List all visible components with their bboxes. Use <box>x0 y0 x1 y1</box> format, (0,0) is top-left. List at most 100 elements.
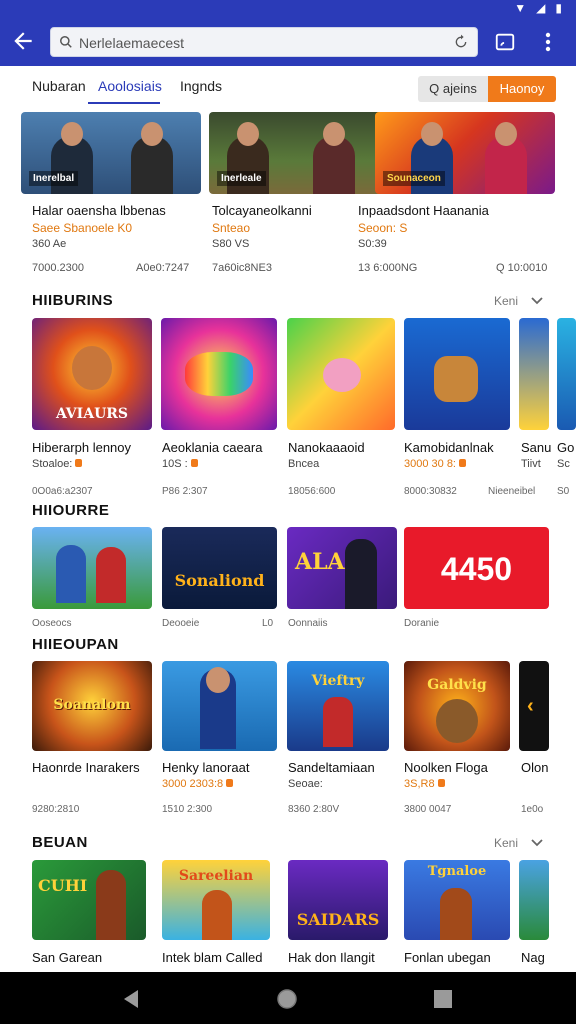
tab-ingnds[interactable]: Ingnds <box>180 78 222 94</box>
game-card[interactable] <box>161 318 277 430</box>
game-title: Intek blam Called <box>162 950 263 965</box>
game-card[interactable]: Sonaliond <box>162 527 277 609</box>
game-subtitle: 10S : <box>162 458 198 470</box>
featured-title: Inpaadsdont Haanania <box>358 203 489 218</box>
search-text: Nerlelaemaecest <box>79 35 185 51</box>
back-arrow-icon[interactable] <box>10 28 36 54</box>
nav-home-icon[interactable] <box>276 988 298 1010</box>
status-bar: ▼ ◢ ▮ <box>514 0 562 16</box>
game-card[interactable] <box>519 318 549 430</box>
game-card[interactable]: ‹ <box>519 661 549 751</box>
game-card[interactable]: CUHI <box>32 860 146 940</box>
section-title: HIIOURRE <box>32 502 110 519</box>
featured-card[interactable]: Sounaceon <box>375 112 555 194</box>
game-title: Fonlan ubegan <box>404 950 491 965</box>
refresh-icon[interactable] <box>453 34 469 50</box>
game-art-label: Galdvig <box>427 677 487 693</box>
game-card[interactable] <box>404 318 510 430</box>
nav-back-icon[interactable] <box>120 988 142 1010</box>
game-title: Nag <box>521 950 545 965</box>
featured-title: Tolcayaneolkanni <box>212 203 312 218</box>
battery-icon: ▮ <box>555 1 562 15</box>
section-more-link[interactable]: Keni <box>494 294 518 308</box>
search-input[interactable]: Nerlelaemaecest <box>50 27 478 57</box>
game-subtitle: 3S,R8 <box>404 778 445 790</box>
featured-meta: 13 6:000NG <box>358 262 418 274</box>
game-card[interactable]: Vieftry <box>287 661 389 751</box>
game-art-label: Vieftry <box>311 673 365 689</box>
featured-card[interactable]: Inerelbal <box>21 112 201 194</box>
game-meta: 9280:2810 <box>32 804 80 815</box>
tab-bar: Nubaran Aoolosiais Ingnds Q ajeins Haono… <box>0 68 576 108</box>
tab-indicator <box>88 102 160 104</box>
game-art-label: AVIAURS <box>55 406 129 422</box>
app-bar: ▼ ◢ ▮ Nerlelaemaecest <box>0 0 576 66</box>
game-card[interactable]: 4450 <box>404 527 549 609</box>
game-card[interactable]: ALAS <box>287 527 397 609</box>
game-art-label: ALAS <box>295 549 361 575</box>
game-title: Sanu <box>521 440 551 455</box>
game-meta: P86 2:307 <box>162 486 208 497</box>
game-card[interactable]: SAIDARS <box>288 860 388 940</box>
game-meta: 8360 2:80V <box>288 804 340 815</box>
featured-art-label: Sounaceon <box>383 171 445 186</box>
wifi-icon: ▼ <box>514 1 527 15</box>
game-subtitle: 3000 2303:8 <box>162 778 234 790</box>
game-meta: 0O0a6:a2307 <box>32 486 93 497</box>
cast-icon[interactable] <box>494 31 516 53</box>
game-card[interactable]: Sareelian <box>162 860 270 940</box>
more-vert-icon[interactable] <box>540 30 556 54</box>
game-title: Henky lanoraat <box>162 760 250 775</box>
featured-meta: 7000.2300 <box>32 262 84 274</box>
game-title: Aeoklania caeara <box>162 440 263 455</box>
featured-subtitle: Saee Sbanoele K0 <box>32 221 133 235</box>
chevron-down-icon[interactable] <box>530 836 544 850</box>
game-meta: 18056:600 <box>288 486 336 497</box>
featured-art-label: Inerleale <box>217 171 266 186</box>
game-subtitle-text: 3000 30 8: <box>404 458 456 470</box>
segment-left-button[interactable]: Q ajeins <box>418 76 488 102</box>
game-title: Noolken Floga <box>404 760 488 775</box>
coin-icon <box>190 459 198 467</box>
game-title: Nanokaaaoid <box>288 440 365 455</box>
game-card[interactable] <box>32 527 152 609</box>
game-title: Olon <box>521 760 549 775</box>
section-title: BEUAN <box>32 834 88 851</box>
game-title: Haonrde Inarakers <box>32 760 140 775</box>
search-icon <box>60 36 72 48</box>
game-meta: Nieeneibel <box>488 486 536 497</box>
game-subtitle-text: 10S : <box>162 458 188 470</box>
game-card[interactable] <box>287 318 395 430</box>
game-art-label: Sareelian <box>178 868 254 884</box>
game-card[interactable] <box>162 661 277 751</box>
chevron-down-icon[interactable] <box>530 294 544 308</box>
signal-icon: ◢ <box>536 1 546 15</box>
featured-card[interactable]: Inerleale <box>209 112 389 194</box>
segment-right-button[interactable]: Haonoy <box>488 76 556 102</box>
featured-subtitle: Seoon: S <box>358 221 408 235</box>
featured-title: Halar oaensha lbbenas <box>32 203 166 218</box>
game-card[interactable] <box>519 860 549 940</box>
game-card[interactable]: Soanalom <box>32 661 152 751</box>
game-meta: 1e0o <box>521 804 544 815</box>
game-card[interactable]: Tgnaloe <box>404 860 510 940</box>
featured-meta: 7a60ic8NE3 <box>212 262 272 274</box>
game-art-label: CUHI <box>38 876 88 895</box>
tab-aoolosiais[interactable]: Aoolosiais <box>98 78 162 94</box>
game-subtitle-text: 3000 2303:8 <box>162 778 224 790</box>
game-card[interactable]: Galdvig <box>404 661 510 751</box>
game-card[interactable]: AVIAURS <box>32 318 152 430</box>
featured-price: 360 Ae <box>32 238 67 250</box>
game-card[interactable] <box>557 318 576 430</box>
game-subtitle-text: Stoaloe: <box>32 458 73 470</box>
game-subtitle: 3000 30 8: <box>404 458 466 470</box>
game-subtitle: Stoaloe: <box>32 458 83 470</box>
game-subtitle: Bncea <box>288 458 320 470</box>
game-title: Hak don Ilangit <box>288 950 375 965</box>
section-more-link[interactable]: Keni <box>494 836 518 850</box>
tab-nubaran[interactable]: Nubaran <box>32 78 86 94</box>
featured-price: S80 VS <box>212 238 250 250</box>
nav-recents-icon[interactable] <box>434 990 452 1008</box>
game-art-label: SAIDARS <box>296 910 380 929</box>
game-meta: S0 <box>557 486 570 497</box>
